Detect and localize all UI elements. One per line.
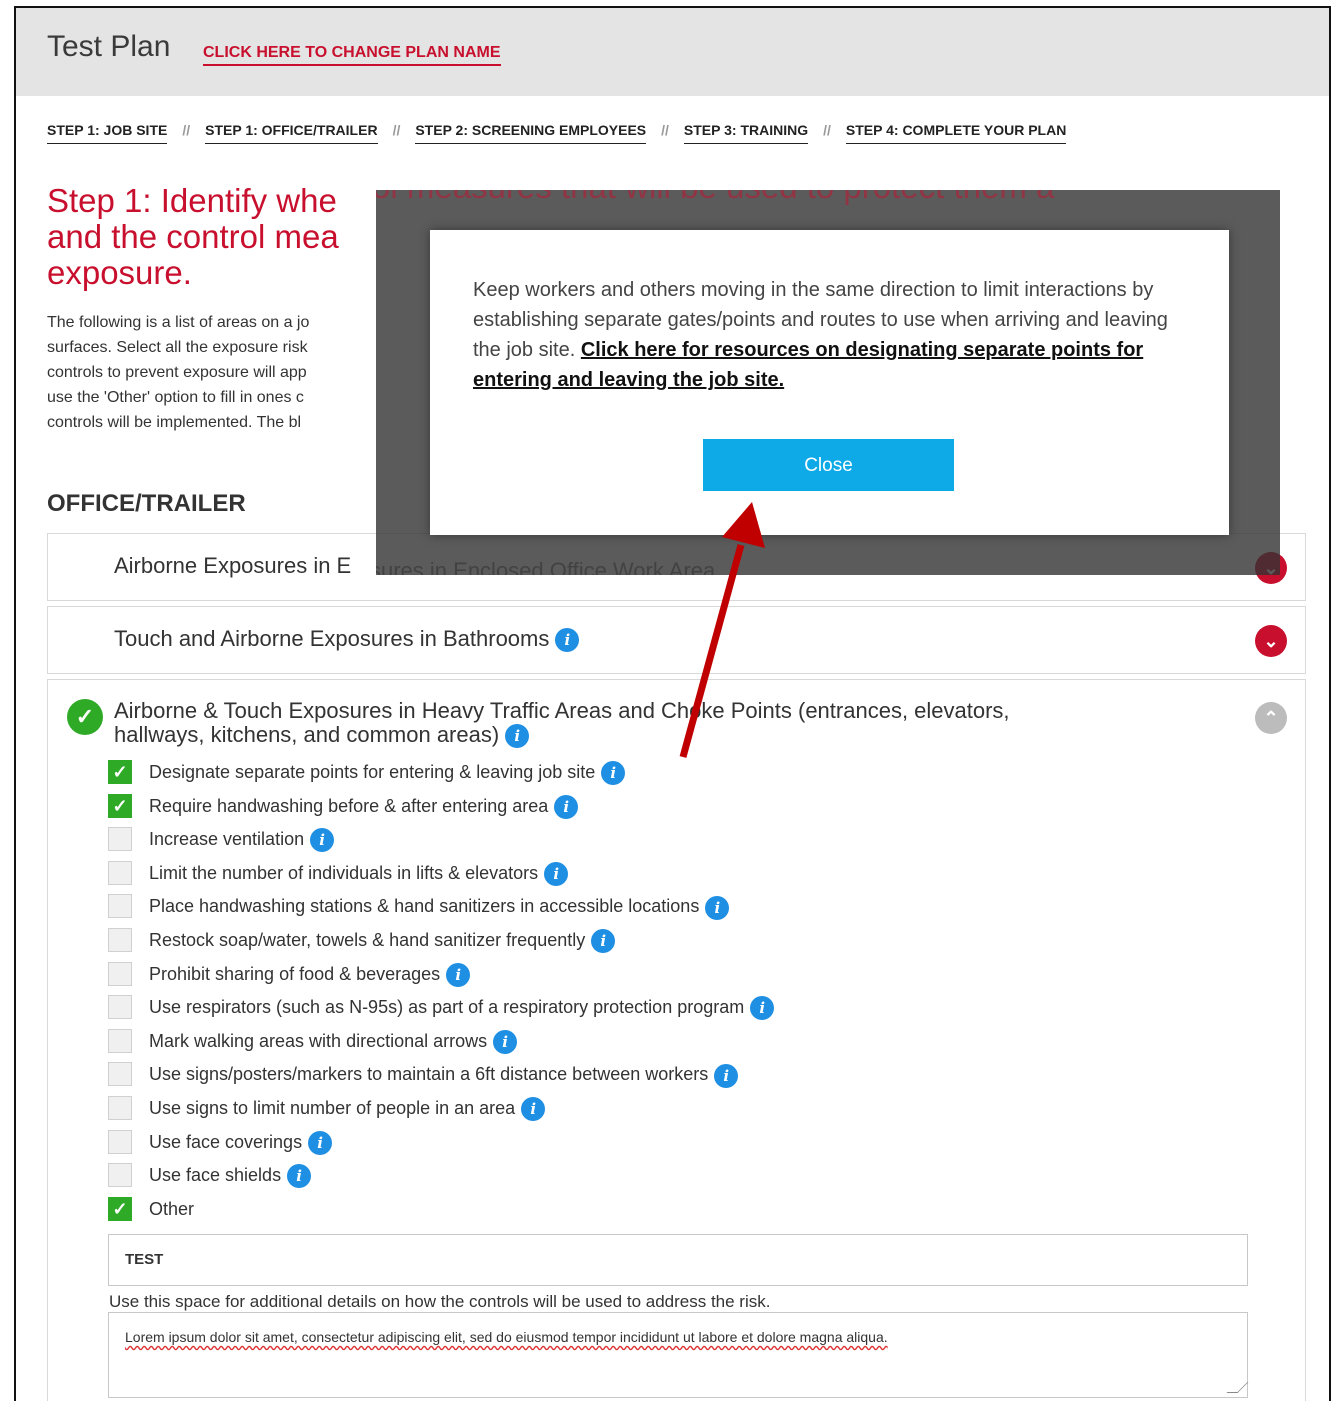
annotation-arrow-icon <box>679 502 765 758</box>
annotation-arrow-line <box>679 544 745 758</box>
annotation-arrow-head <box>722 502 765 548</box>
